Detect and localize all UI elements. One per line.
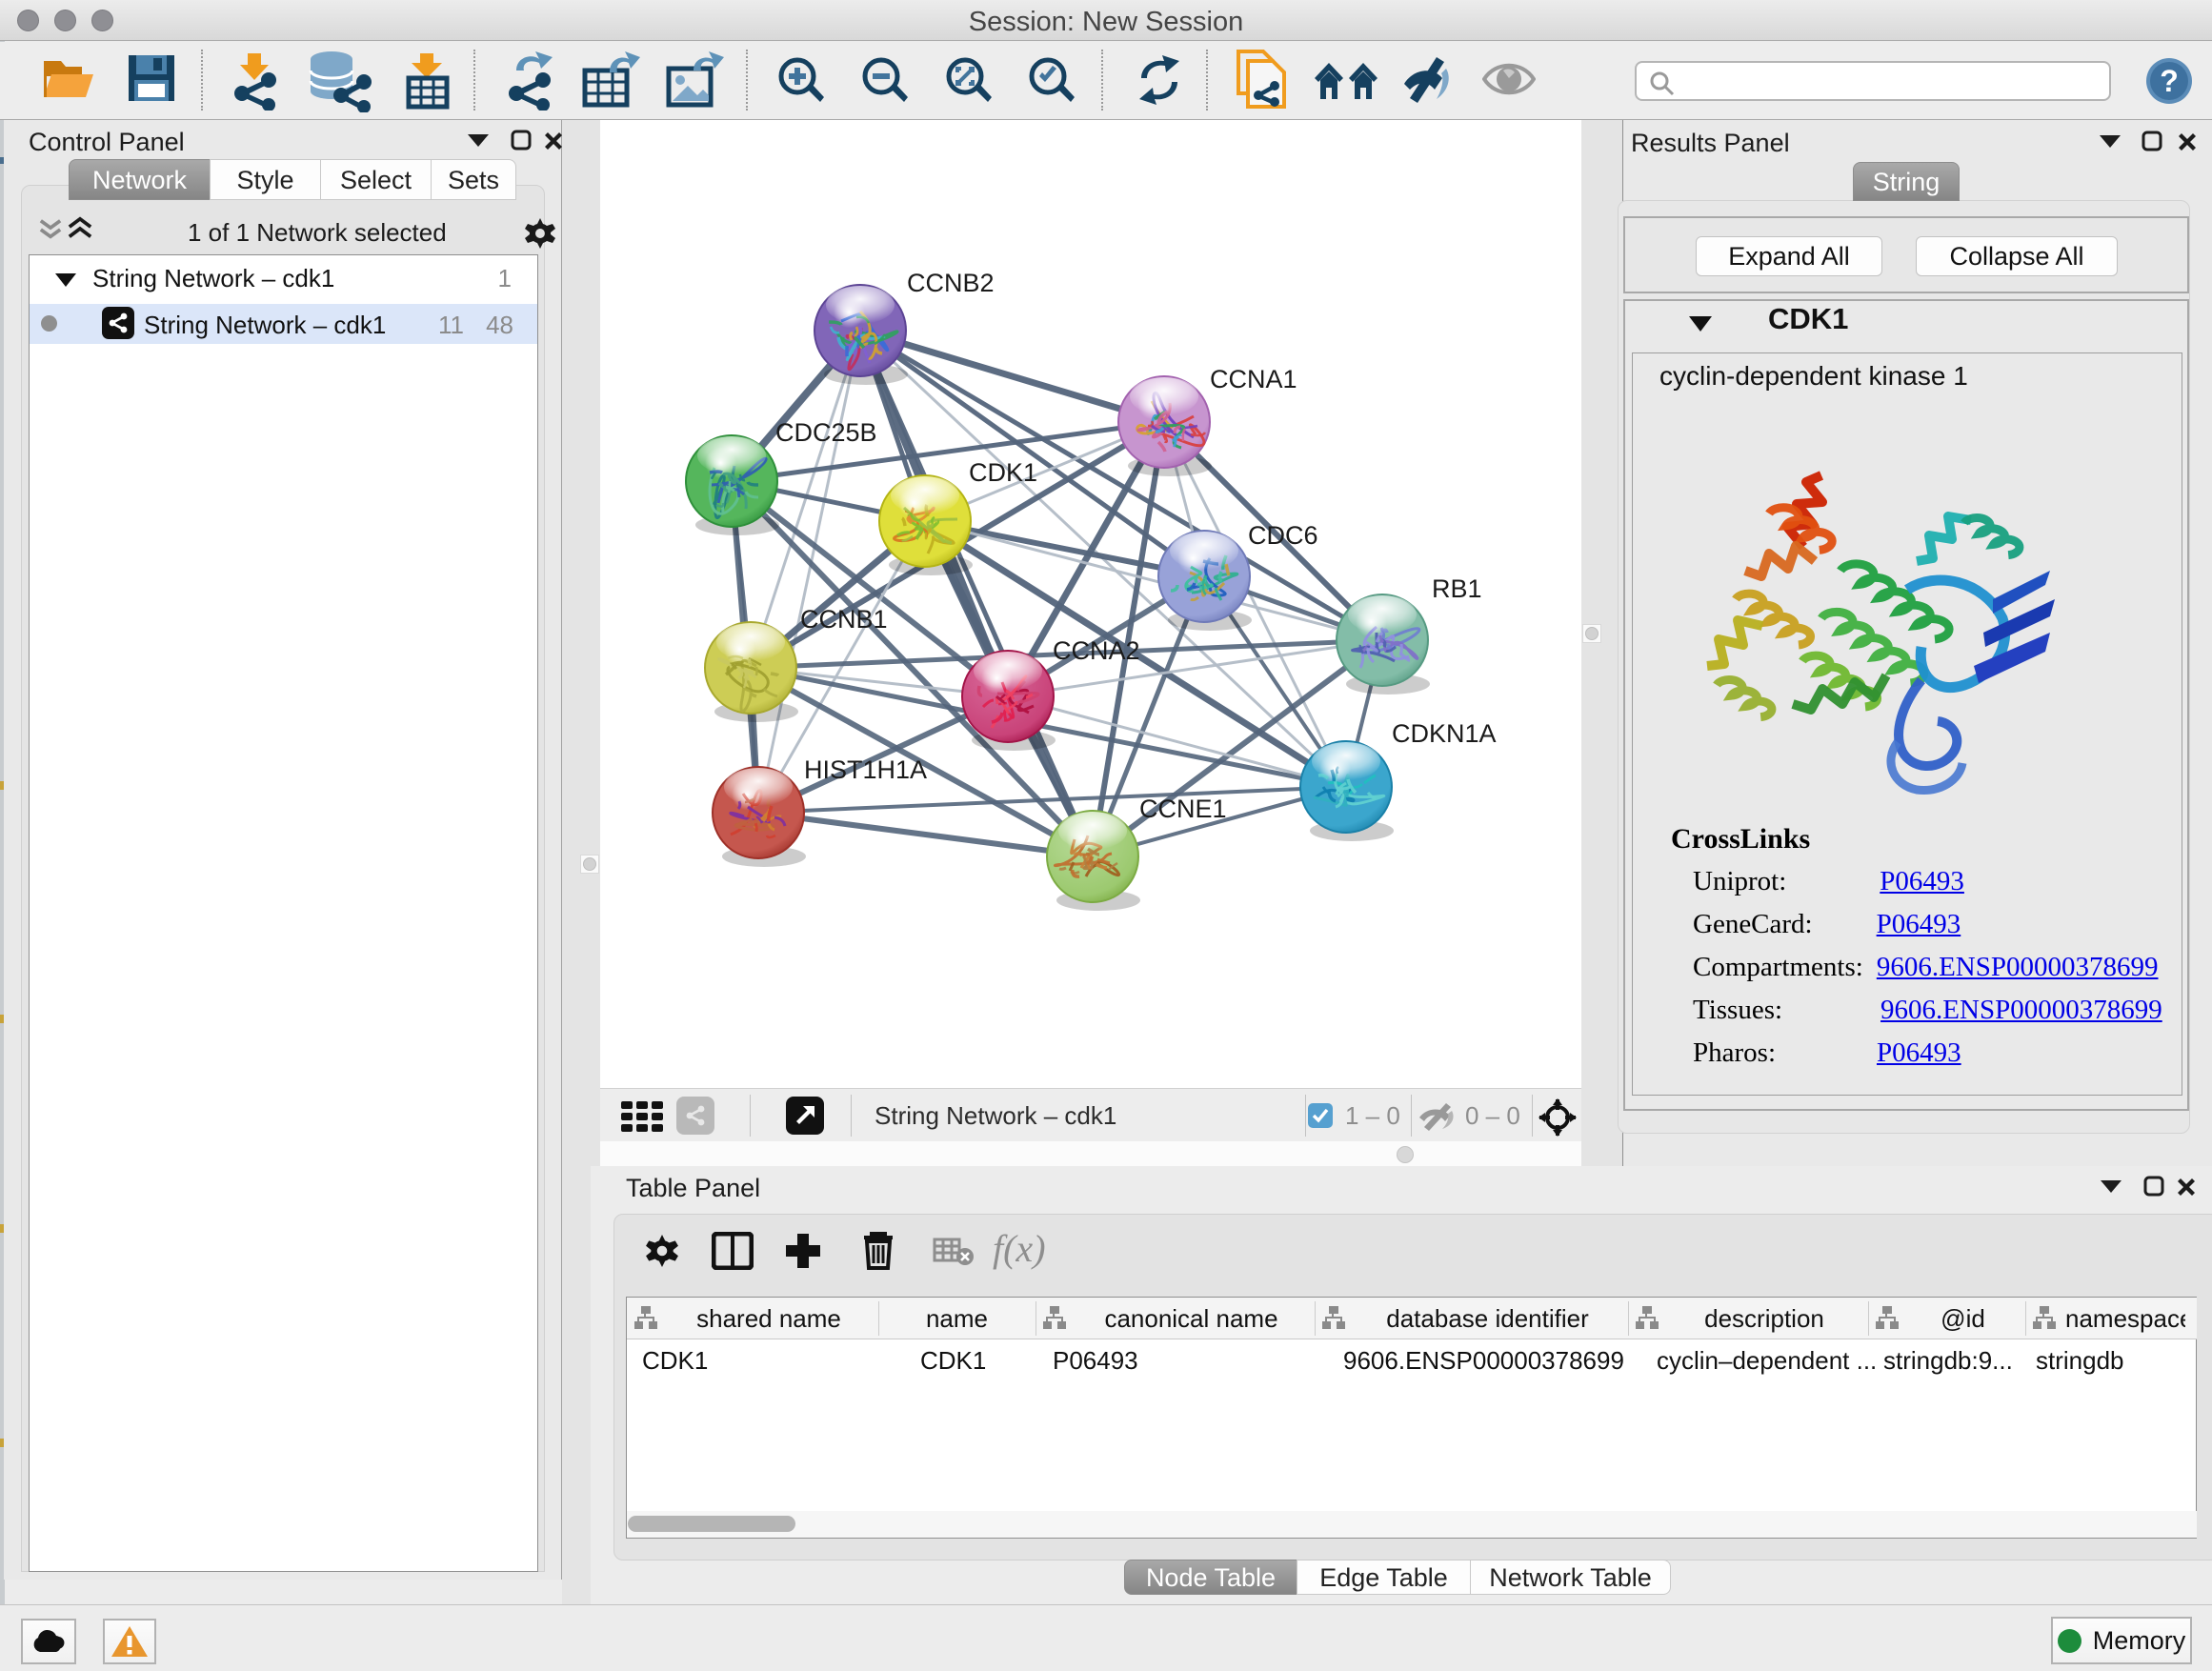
svg-text:CDKN1A: CDKN1A — [1392, 719, 1497, 748]
svg-text:?: ? — [2160, 64, 2179, 98]
svg-text:RB1: RB1 — [1432, 574, 1482, 603]
svg-text:CCNA2: CCNA2 — [1053, 636, 1140, 665]
svg-text:CCNB2: CCNB2 — [907, 269, 995, 297]
svg-text:CCNA1: CCNA1 — [1210, 365, 1297, 393]
svg-text:CDK1: CDK1 — [969, 458, 1037, 487]
svg-text:HIST1H1A: HIST1H1A — [804, 755, 927, 784]
svg-text:CCNE1: CCNE1 — [1139, 795, 1227, 823]
svg-text:CDC25B: CDC25B — [775, 418, 877, 447]
svg-text:CDC6: CDC6 — [1248, 521, 1318, 550]
svg-text:CCNB1: CCNB1 — [800, 605, 888, 634]
